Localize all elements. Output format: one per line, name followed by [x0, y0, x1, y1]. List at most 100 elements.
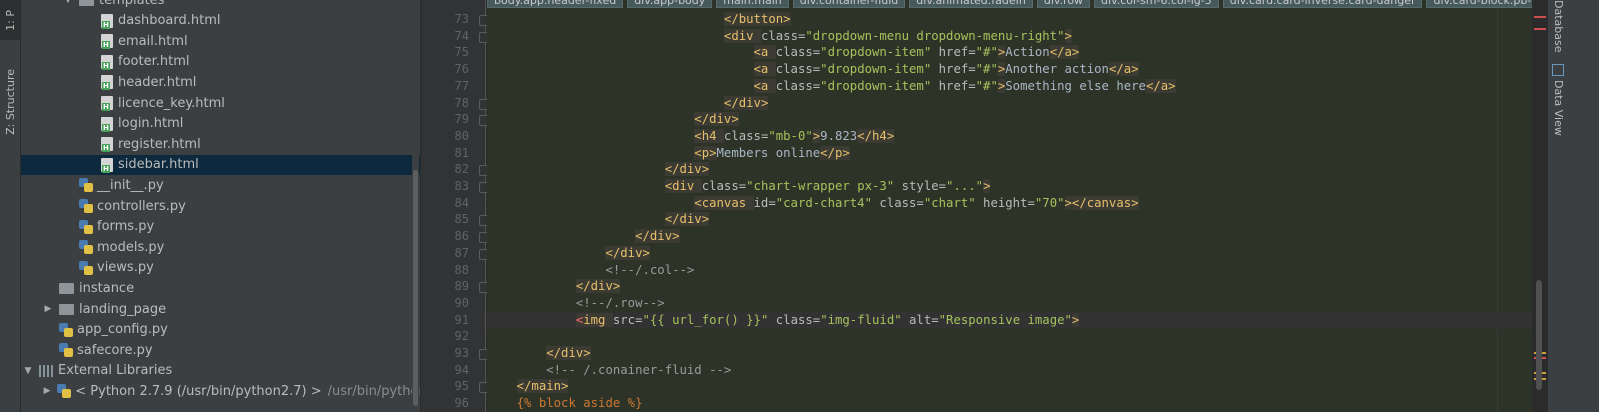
tree-item-instance[interactable]: instance — [21, 278, 420, 298]
tab-data-view[interactable] — [1552, 64, 1564, 80]
breadcrumb-item[interactable]: div.container-fluid — [792, 0, 906, 8]
tree-item-python-2-7-9-usr-bin-python2-7[interactable]: ▶ < Python 2.7.9 (/usr/bin/python2.7) > /u… — [21, 381, 420, 401]
python-file-icon — [59, 343, 73, 358]
breadcrumb-item[interactable]: main.main — [716, 0, 789, 8]
line-number: 84 — [454, 195, 469, 210]
left-tool-strip: 1: P Z: Structure — [0, 0, 21, 412]
line-number: 96 — [454, 396, 469, 411]
tree-item-header-html[interactable]: header.html — [21, 72, 420, 92]
tree-item-label: licence_key.html — [118, 95, 225, 111]
breadcrumb-item[interactable]: div.card.card-inverse.card-danger — [1222, 0, 1423, 8]
error-marker[interactable] — [1534, 28, 1546, 30]
html-file-icon — [101, 54, 113, 70]
tab-project[interactable]: 1: P — [0, 0, 20, 40]
code-line[interactable]: <a class="dropdown-item" href="#">Action… — [487, 44, 1548, 61]
line-number: 87 — [454, 245, 469, 260]
breadcrumb-item[interactable]: div.card-block.pb-0 — [1426, 0, 1546, 8]
code-editor[interactable]: 73 74 75 76 77 78 79 80 81 82 83 84 85 86 87 88 89 90 91 92… — [421, 0, 1548, 412]
scrollbar-thumb[interactable] — [413, 170, 418, 406]
html-file-icon — [101, 75, 113, 91]
code-line[interactable]: </div> — [487, 161, 1548, 178]
tree-item-sidebar-html[interactable]: sidebar.html — [21, 154, 420, 175]
expand-arrow-icon[interactable]: ▼ — [63, 0, 73, 10]
collapse-arrow-icon[interactable]: ▶ — [43, 381, 51, 401]
breadcrumb-item[interactable]: div.animated.fadeIn — [909, 0, 1033, 8]
code-line[interactable]: </main> — [487, 378, 1548, 395]
tree-item-register-html[interactable]: register.html — [21, 134, 420, 154]
tab-structure[interactable]: Z: Structure — [0, 56, 20, 148]
tree-item-safecore-py[interactable]: safecore.py — [21, 340, 420, 360]
tree-item-external-libraries[interactable]: ▼ External Libraries — [21, 361, 415, 381]
tree-item-views-py[interactable]: views.py — [21, 258, 420, 278]
tree-item-label: forms.py — [97, 219, 155, 235]
editor-scroll-thumb[interactable] — [1536, 280, 1542, 390]
code-line[interactable]: </div> — [487, 245, 1548, 262]
line-number: 81 — [454, 145, 469, 160]
code-line[interactable]: </div> — [487, 211, 1548, 228]
line-number: 92 — [454, 329, 469, 344]
code-line[interactable]: <!-- /.conainer-fluid --> — [487, 362, 1548, 379]
tree-item-forms-py[interactable]: forms.py — [21, 217, 420, 237]
line-number: 78 — [454, 95, 469, 110]
code-line[interactable]: <a class="dropdown-item" href="#">Anothe… — [487, 61, 1548, 78]
tab-database[interactable]: Database — [1552, 0, 1565, 53]
tree-item-templates[interactable]: ▼ templates — [21, 0, 420, 10]
tree-item-label: dashboard.html — [118, 13, 221, 29]
code-line[interactable]: <!--/.col--> — [487, 262, 1548, 279]
line-number: 86 — [454, 229, 469, 244]
error-stripe[interactable] — [1532, 0, 1548, 412]
line-number: 83 — [454, 179, 469, 193]
line-number: 74 — [454, 28, 469, 43]
breadcrumb-item[interactable]: div.row — [1036, 0, 1091, 8]
breadcrumb-item[interactable]: div.app-body — [627, 0, 713, 8]
tree-item-label: footer.html — [118, 54, 190, 70]
tree-item-licence-key-html[interactable]: licence_key.html — [21, 93, 420, 113]
code-line[interactable]: <p>Members online</p> — [487, 145, 1548, 162]
tree-item-controllers-py[interactable]: controllers.py — [21, 196, 420, 216]
code-line[interactable]: </div> — [487, 345, 1548, 362]
tree-item-footer-html[interactable]: footer.html — [21, 52, 420, 72]
tree-item-login-html[interactable]: login.html — [21, 114, 420, 134]
breadcrumb-item[interactable]: body.app.header-fixed — [487, 0, 624, 8]
code-line[interactable]: <div class="chart-wrapper px-3" style=".… — [487, 178, 1548, 195]
tree-item-models-py[interactable]: models.py — [21, 237, 420, 257]
breadcrumb-item[interactable]: div.col-sm-6.col-lg-3 — [1094, 0, 1219, 8]
tree-item-email-html[interactable]: email.html — [21, 31, 420, 51]
code-line[interactable]: </div> — [487, 228, 1548, 245]
code-line[interactable] — [487, 328, 1548, 345]
code-line[interactable]: <!--/.row--> — [487, 295, 1548, 312]
tree-item-app-config-py[interactable]: app_config.py — [21, 320, 420, 340]
code-line[interactable]: <h4 class="mb-0">9.823</h4> — [487, 128, 1548, 145]
collapse-arrow-icon[interactable]: ▶ — [43, 299, 53, 319]
code-line[interactable]: </div> — [487, 111, 1548, 128]
tree-item-label: controllers.py — [97, 198, 186, 214]
tab-data-view-label[interactable]: Data View — [1552, 80, 1565, 136]
code-line[interactable]: </div> — [487, 95, 1548, 112]
tree-item-init-py[interactable]: __init__.py — [21, 175, 420, 195]
python-file-icon — [79, 219, 93, 234]
code-line[interactable]: <a class="dropdown-item" href="#">Someth… — [487, 78, 1548, 95]
code-line[interactable]: <div class="dropdown-menu dropdown-menu-… — [487, 28, 1548, 45]
code-line[interactable]: <canvas id="card-chart4" class="chart" h… — [487, 195, 1548, 212]
error-marker[interactable] — [1534, 16, 1546, 18]
code-line[interactable]: <img src="{{ url_for() }}" class="img-fl… — [487, 311, 1548, 329]
line-number: 93 — [454, 346, 469, 360]
code-line[interactable]: {% block aside %} — [487, 395, 1548, 412]
line-number: 77 — [454, 78, 469, 93]
code-area[interactable]: </button> <div class="dropdown-menu drop… — [487, 0, 1548, 412]
line-number: 75 — [454, 45, 469, 60]
project-scrollbar[interactable] — [412, 0, 419, 412]
expand-arrow-icon[interactable]: ▼ — [23, 361, 33, 381]
code-line[interactable]: </button> — [487, 11, 1548, 28]
code-line[interactable]: </div> — [487, 278, 1548, 295]
tree-item-dashboard-html[interactable]: dashboard.html — [21, 11, 420, 31]
tree-item-landing-page[interactable]: ▶ landing_page — [21, 299, 420, 319]
